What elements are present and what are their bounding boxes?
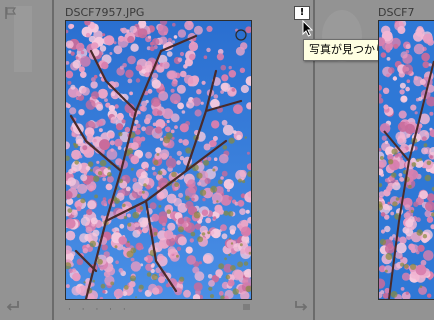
star-rating-dots[interactable]: · · · · · bbox=[68, 305, 130, 315]
rotate-left-icon[interactable] bbox=[5, 298, 21, 317]
photo-thumbnail[interactable] bbox=[66, 21, 251, 299]
rotate-right-icon[interactable] bbox=[293, 298, 309, 317]
photo-missing-badge[interactable]: ! bbox=[294, 6, 310, 20]
photo-thumbnail-next[interactable] bbox=[379, 21, 434, 299]
filename-label: DSCF7957.JPG bbox=[65, 6, 145, 19]
flag-icon[interactable] bbox=[4, 5, 18, 24]
mouse-cursor-icon bbox=[302, 19, 314, 41]
color-label-swatch[interactable] bbox=[243, 304, 250, 310]
filename-label-next: DSCF7 bbox=[378, 6, 415, 19]
quick-collection-circle-icon[interactable] bbox=[235, 26, 247, 45]
